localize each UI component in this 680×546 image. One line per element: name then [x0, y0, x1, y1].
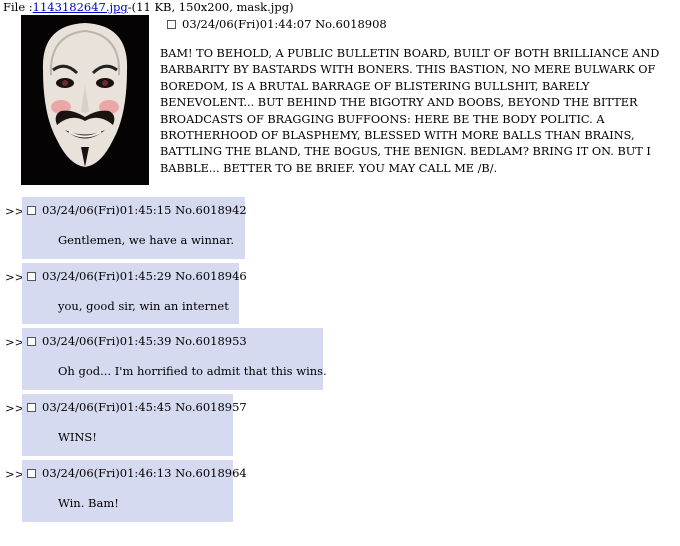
reply-header: 03/24/06(Fri)01:45:45 No.6018957: [27, 400, 247, 414]
reply-message: you, good sir, win an internet: [58, 299, 229, 313]
op-post-info: 03/24/06(Fri)01:44:07 No.6018908: [182, 17, 387, 31]
reply-checkbox[interactable]: [27, 205, 36, 215]
op-thumbnail[interactable]: [21, 15, 149, 185]
reply-post-info: 03/24/06(Fri)01:45:15 No.6018942: [42, 203, 247, 217]
reply-checkbox[interactable]: [27, 468, 36, 478]
reply-box: 03/24/06(Fri)01:45:39 No.6018953 Oh god.…: [22, 328, 327, 390]
reply-post-info: 03/24/06(Fri)01:45:29 No.6018946: [42, 269, 247, 283]
reply-header: 03/24/06(Fri)01:46:13 No.6018964: [27, 466, 247, 480]
reply-message: WINS!: [58, 430, 97, 444]
file-link[interactable]: 1143182647.jpg: [33, 0, 128, 14]
reply-box: 03/24/06(Fri)01:45:29 No.6018946 you, go…: [22, 263, 247, 324]
reply-post-info: 03/24/06(Fri)01:46:13 No.6018964: [42, 466, 247, 480]
op-message: BAM! TO BEHOLD, A PUBLIC BULLETIN BOARD,…: [160, 47, 660, 175]
reply-post-info: 03/24/06(Fri)01:45:39 No.6018953: [42, 334, 247, 348]
reply-message: Gentlemen, we have a winnar.: [58, 233, 235, 247]
file-info: File :1143182647.jpg-(11 KB, 150x200, ma…: [3, 0, 294, 14]
reply-box: 03/24/06(Fri)01:45:15 No.6018942 Gentlem…: [22, 197, 247, 259]
reply-post-info: 03/24/06(Fri)01:45:45 No.6018957: [42, 400, 247, 414]
op-header: 03/24/06(Fri)01:44:07 No.6018908: [167, 17, 387, 31]
file-prefix: File :: [3, 0, 33, 14]
reply-checkbox[interactable]: [27, 336, 36, 346]
reply-header: 03/24/06(Fri)01:45:39 No.6018953: [27, 334, 247, 348]
op-checkbox[interactable]: [167, 19, 176, 29]
reply-checkbox[interactable]: [27, 402, 36, 412]
file-details: -(11 KB, 150x200, mask.jpg): [127, 0, 294, 14]
reply-box: 03/24/06(Fri)01:45:45 No.6018957 WINS!: [22, 394, 247, 456]
reply-header: 03/24/06(Fri)01:45:15 No.6018942: [27, 203, 247, 217]
reply-box: 03/24/06(Fri)01:46:13 No.6018964 Win. Ba…: [22, 460, 247, 522]
reply-header: 03/24/06(Fri)01:45:29 No.6018946: [27, 269, 247, 283]
guy-fawkes-mask-icon: [21, 15, 149, 185]
reply-message: Win. Bam!: [58, 496, 119, 510]
reply-checkbox[interactable]: [27, 271, 36, 281]
reply-message: Oh god... I'm horrified to admit that th…: [58, 364, 327, 378]
